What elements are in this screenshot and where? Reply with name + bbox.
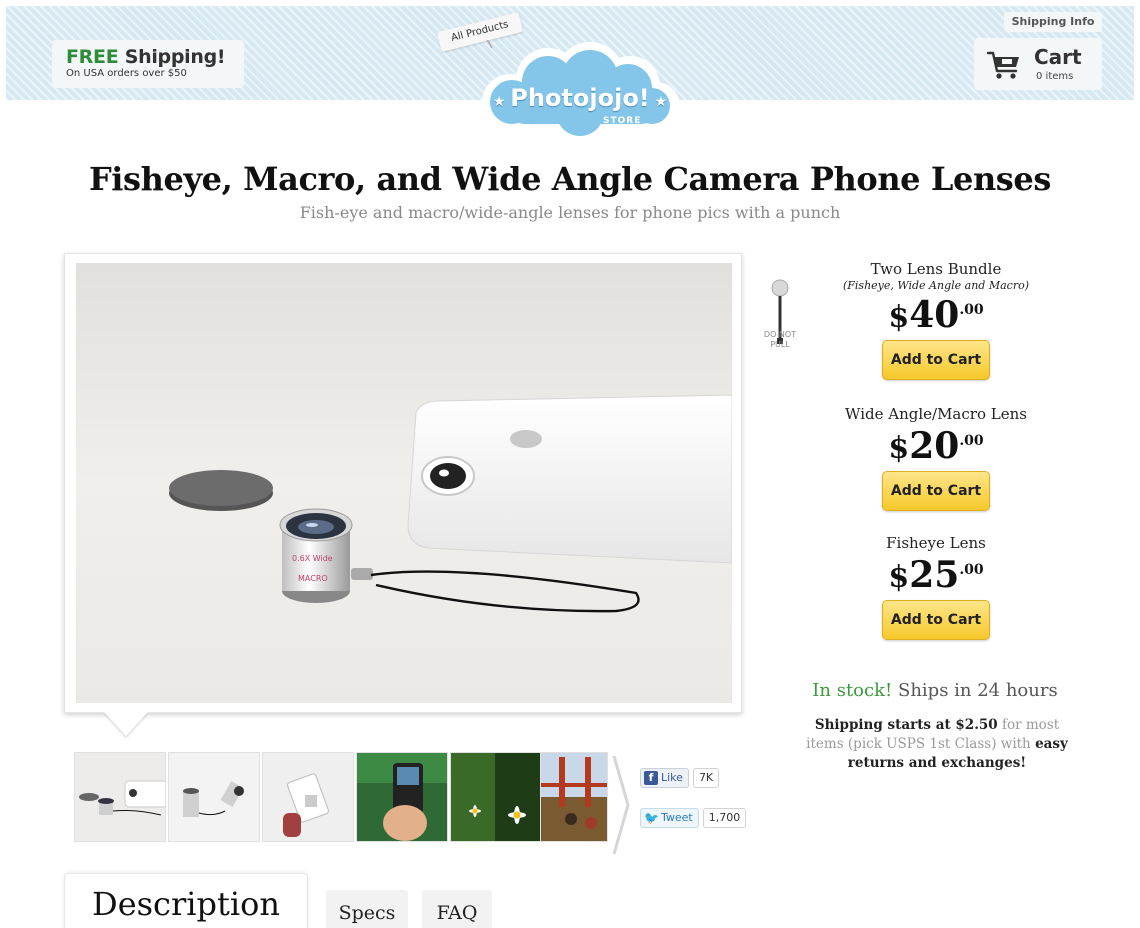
do-not-pull-line1: DO NOT [763,330,797,339]
price-cents: .00 [959,562,984,578]
thumbnail-image [541,753,607,841]
do-not-pull-line2: PULL [770,340,790,349]
price-amount: 40 [909,294,960,336]
stock-label: In stock! [812,680,893,701]
stock-status: In stock! Ships in 24 hours [790,680,1080,701]
lens-label-macro: MACRO [298,574,328,583]
product-name: Fisheye Lens [886,534,986,552]
add-to-cart-button[interactable]: Add to Cart [882,600,990,640]
thumbnail-image [75,753,165,841]
free-shipping-banner[interactable]: FREE Shipping! On USA orders over $50 [52,40,244,88]
thumbnail-3[interactable] [262,752,354,842]
main-product-photo[interactable]: 0.6X Wide MACRO [64,253,742,713]
facebook-like-widget: f Like 7K [640,768,720,788]
thumbnail-6[interactable] [540,752,608,842]
page-title: Fisheye, Macro, and Wide Angle Camera Ph… [88,160,1052,198]
add-to-cart-button[interactable]: Add to Cart [882,340,990,380]
photo-pointer-arrow [104,712,148,736]
product-price: $40.00 [826,294,1046,336]
tweet-widget: 🐦 Tweet 1,700 [640,808,747,828]
tweet-button[interactable]: 🐦 Tweet [640,808,699,828]
stock-detail: Ships in 24 hours [897,680,1058,701]
thumbnail-image [451,753,541,841]
thumbnail-image [263,753,353,841]
cart-label: Cart [1034,45,1082,69]
product-price: $20.00 [826,425,1046,467]
product-subtitle: (Fisheye, Wide Angle and Macro) [842,279,1029,292]
price-currency: $ [888,300,910,335]
thumbnail-strip [74,752,608,844]
free-shipping-title: FREE Shipping! [66,46,230,68]
free-label: FREE [66,46,119,68]
thumbnails-next-icon[interactable] [608,752,634,858]
price-cents: .00 [959,433,984,449]
product-photo-image: 0.6X Wide MACRO [76,263,732,703]
cart-count: 0 items [1036,71,1074,82]
page-subtitle: Fish-eye and macro/wide-angle lenses for… [299,203,841,222]
shipping-note-price: Shipping starts at $2.50 [814,717,998,733]
thumbnail-4[interactable] [356,752,448,842]
price-cents: .00 [959,302,984,318]
shipping-info-link[interactable]: Shipping Info [1004,12,1102,32]
logo-name: Photojojo! [510,84,650,112]
thumbnail-5[interactable] [450,752,542,842]
cart-icon [986,51,1019,79]
cart-button[interactable]: Cart 0 items [974,38,1102,90]
twitter-bird-icon: 🐦 [644,811,659,825]
like-count: 7K [692,768,720,788]
facebook-like-button[interactable]: f Like [640,768,689,788]
thumbnail-2[interactable] [168,752,260,842]
tab-faq[interactable]: FAQ [422,890,492,928]
product-wide-angle-macro: Wide Angle/Macro Lens $20.00 Add to Cart [826,405,1046,511]
logo-text: ★ Photojojo! ★ [470,84,690,112]
product-name: Wide Angle/Macro Lens [845,405,1027,423]
tweet-count: 1,700 [702,808,747,828]
thumbnail-1[interactable] [74,752,166,842]
tab-specs[interactable]: Specs [326,890,408,928]
logo-store-label: STORE [603,116,642,126]
product-fisheye-lens: Fisheye Lens $25.00 Add to Cart [826,534,1046,640]
price-currency: $ [888,431,910,466]
like-label: Like [661,771,683,784]
tweet-label: Tweet [661,811,693,824]
price-amount: 20 [909,425,960,467]
logo-star-right: ★ [649,94,668,110]
free-shipping-note: On USA orders over $50 [66,68,187,79]
product-name: Two Lens Bundle [870,260,1002,278]
facebook-icon: f [644,771,658,785]
do-not-pull-label: DO NOT PULL [754,330,806,350]
price-amount: 25 [909,554,960,596]
thumbnail-image [169,753,259,841]
product-price: $25.00 [826,554,1046,596]
store-logo[interactable]: ★ Photojojo! ★ STORE [470,19,690,145]
lens-label-wide: 0.6X Wide [292,554,333,563]
add-to-cart-button[interactable]: Add to Cart [882,471,990,511]
thumbnail-image [357,753,447,841]
do-not-pull-pin-icon [771,279,789,344]
tab-description[interactable]: Description [64,873,308,928]
price-currency: $ [888,560,910,595]
shipping-note: Shipping starts at $2.50 for most items … [796,716,1078,773]
shipping-label: Shipping! [124,46,226,68]
product-two-lens-bundle: Two Lens Bundle (Fisheye, Wide Angle and… [826,260,1046,380]
logo-star-left: ★ [492,94,511,110]
